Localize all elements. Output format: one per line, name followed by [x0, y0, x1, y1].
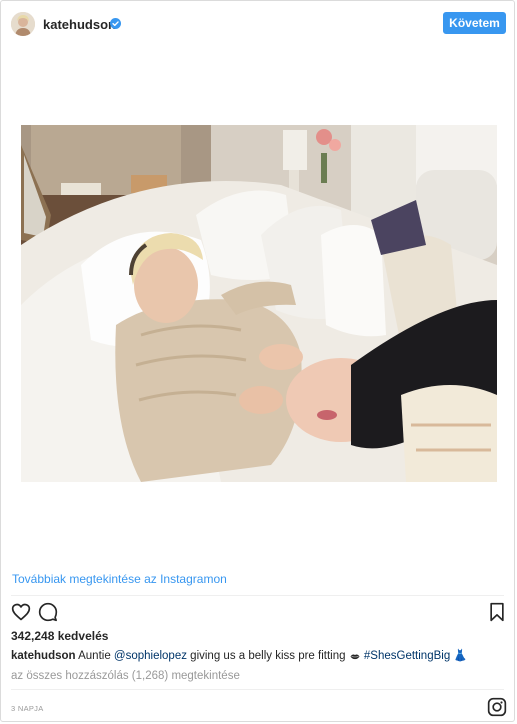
caption-text-start: Auntie: [78, 650, 114, 662]
instagram-embed-card: katehudson Követem Továbbiak megtekintés…: [0, 0, 515, 722]
comment-icon[interactable]: [38, 602, 58, 622]
bookmark-icon[interactable]: [487, 602, 507, 622]
caption: katehudson Auntie @sophielopez giving us…: [11, 649, 506, 663]
divider: [11, 595, 504, 596]
caption-mention-link[interactable]: @sophielopez: [114, 650, 187, 662]
caption-hashtag-link[interactable]: #ShesGettingBig: [364, 650, 450, 662]
instagram-logo-icon[interactable]: [487, 697, 507, 717]
kiss-lips-icon: [350, 654, 360, 660]
verified-badge-icon: [110, 18, 121, 29]
username[interactable]: katehudson: [43, 17, 116, 32]
follow-button[interactable]: Követem: [443, 12, 506, 34]
avatar[interactable]: [11, 12, 35, 36]
post-photo-illustration: [21, 125, 497, 482]
view-more-on-instagram-link[interactable]: Továbbiak megtekintése az Instagramon: [12, 572, 227, 586]
caption-username[interactable]: katehudson: [11, 650, 76, 662]
post-date: 3 NAPJA: [11, 704, 44, 713]
post-header: katehudson Követem: [1, 1, 514, 47]
caption-text-middle: giving us a belly kiss pre fitting: [186, 650, 349, 662]
avatar-image: [11, 12, 35, 36]
likes-count: 342,248 kedvelés: [11, 629, 109, 643]
heart-icon[interactable]: [11, 602, 31, 622]
divider: [11, 689, 504, 690]
post-image[interactable]: [21, 125, 497, 482]
caption-dress-emoji: 👗: [453, 650, 468, 662]
view-all-comments-link[interactable]: az összes hozzászólás (1,268) megtekinté…: [11, 669, 240, 683]
